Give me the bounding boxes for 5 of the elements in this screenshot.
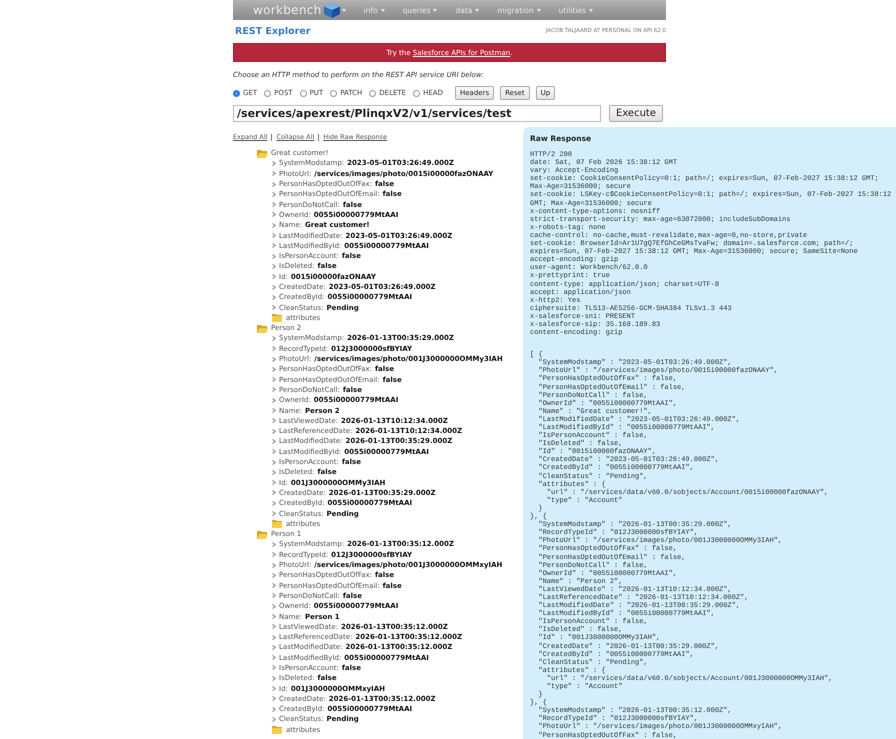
execute-button[interactable]: Execute bbox=[609, 105, 663, 122]
page-title: REST Explorer bbox=[234, 26, 310, 36]
caret-icon bbox=[342, 8, 346, 12]
cube-icon bbox=[324, 2, 340, 18]
uri-field[interactable]: /services/apexrest/PlinqxV2/v1/services/test bbox=[233, 105, 601, 122]
